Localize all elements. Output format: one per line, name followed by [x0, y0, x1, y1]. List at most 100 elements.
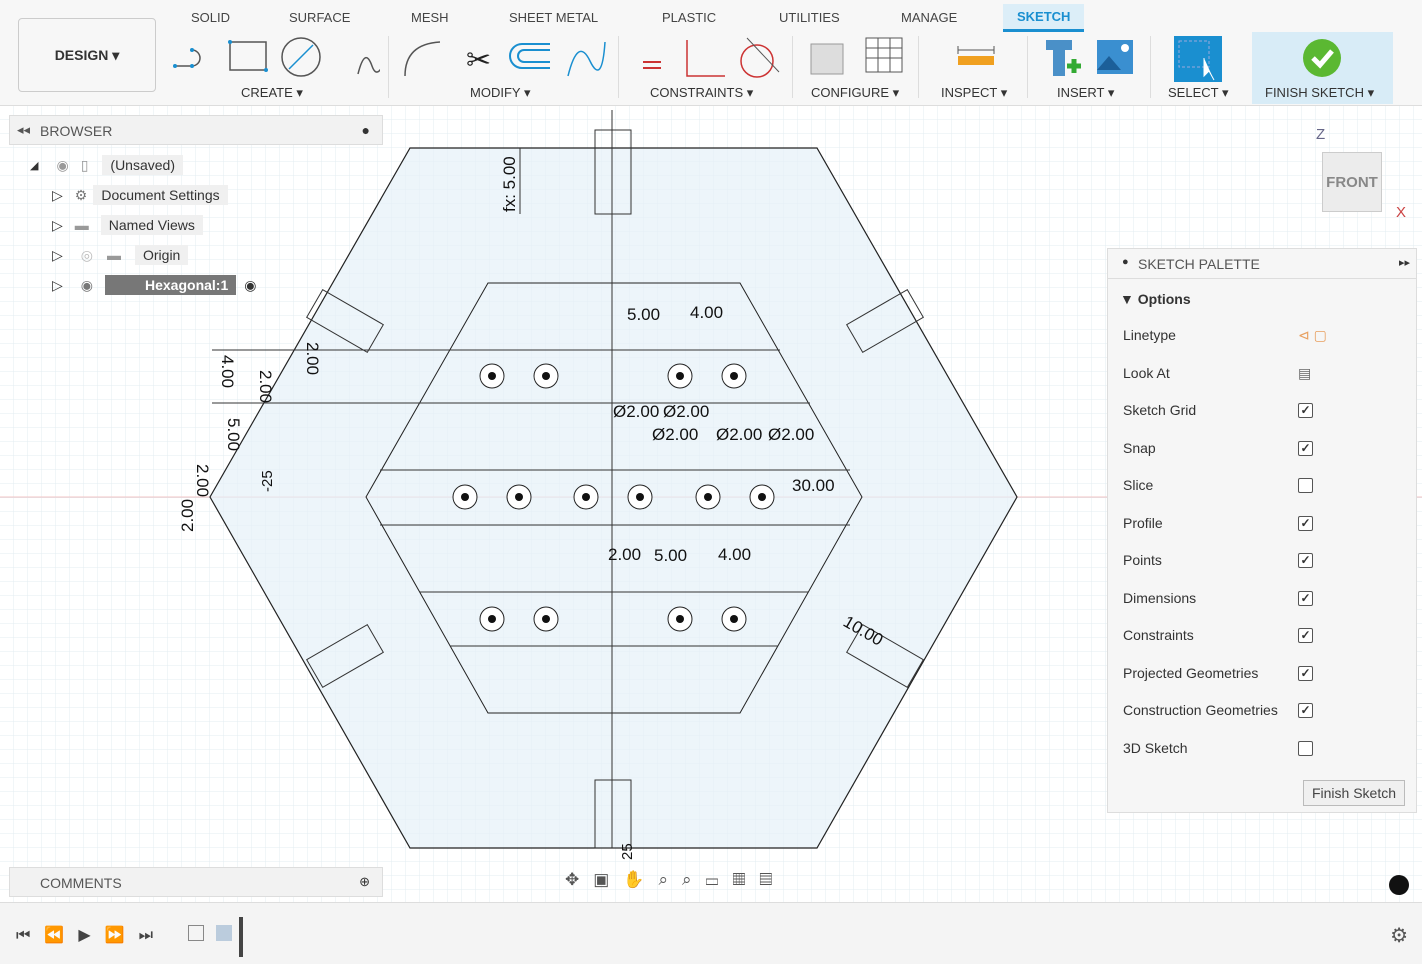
- tab-solid[interactable]: SOLID: [191, 10, 230, 25]
- play-icon[interactable]: ▶: [78, 927, 104, 944]
- select-icon[interactable]: [1174, 36, 1224, 86]
- configure-tools-icons[interactable]: [808, 36, 908, 81]
- palette-option-label: Slice: [1123, 477, 1154, 493]
- expand-icon[interactable]: ▸▸: [1399, 256, 1410, 269]
- palette-option-label: Linetype: [1123, 327, 1176, 343]
- insert-tools-icons[interactable]: [1043, 36, 1143, 81]
- sketch-palette: ● SKETCH PALETTE ▸▸ ▼ Options Linetype ⊲ …: [1107, 248, 1417, 813]
- hole-circle[interactable]: [533, 363, 559, 389]
- grid-icon[interactable]: ▦: [732, 870, 759, 889]
- hole-circle[interactable]: [667, 363, 693, 389]
- palette-checkbox[interactable]: ✓: [1298, 403, 1313, 418]
- hole-circle[interactable]: [695, 484, 721, 510]
- first-step-icon[interactable]: ⏮: [16, 927, 44, 944]
- timeline-marker[interactable]: [239, 917, 243, 957]
- display-settings-icon[interactable]: ▭: [706, 870, 733, 889]
- create-menu[interactable]: CREATE ▾: [241, 85, 303, 101]
- collapse-icon[interactable]: ◂◂: [17, 122, 30, 138]
- modify-tools-icons[interactable]: ✂: [400, 36, 610, 81]
- palette-checkbox[interactable]: ✓: [1298, 703, 1313, 718]
- hole-circle[interactable]: [479, 363, 505, 389]
- hole-circle[interactable]: [627, 484, 653, 510]
- browser-header: ◂◂ BROWSER ●: [9, 115, 383, 145]
- tab-surface[interactable]: SURFACE: [289, 10, 350, 25]
- pan-icon[interactable]: ✋: [623, 870, 658, 889]
- previous-step-icon[interactable]: ⏪: [44, 927, 78, 944]
- tab-sheet-metal[interactable]: SHEET METAL: [509, 10, 598, 25]
- hole-circle[interactable]: [721, 606, 747, 632]
- dimension-label: 5.00: [627, 305, 660, 324]
- dimension-label: 5.00: [224, 418, 243, 451]
- hole-circle[interactable]: [721, 363, 747, 389]
- comments-panel: COMMENTS ⊕: [9, 867, 383, 897]
- palette-option-label: Dimensions: [1123, 589, 1197, 606]
- palette-option-label: Profile: [1123, 514, 1163, 531]
- hole-circle[interactable]: [452, 484, 478, 510]
- palette-checkbox[interactable]: ✓: [1298, 590, 1313, 606]
- browser-item-named-views[interactable]: ▷ ▬ Named Views: [52, 214, 203, 236]
- modify-menu[interactable]: MODIFY ▾: [470, 85, 530, 101]
- activate-radio[interactable]: ◉: [244, 277, 256, 294]
- palette-option-label: Constraints: [1123, 627, 1194, 643]
- hole-circle[interactable]: [479, 606, 505, 632]
- browser-item-hexagonal[interactable]: ▷ ◉ Hexagonal:1 ◉: [52, 274, 256, 296]
- dimension-label: 25: [619, 843, 636, 860]
- tab-manage[interactable]: MANAGE: [901, 10, 957, 25]
- configure-menu[interactable]: CONFIGURE ▾: [811, 85, 899, 101]
- next-step-icon[interactable]: ⏩: [105, 927, 139, 944]
- tab-sketch[interactable]: SKETCH: [1003, 4, 1085, 32]
- settings-icon[interactable]: ⚙: [1390, 923, 1408, 948]
- options-section[interactable]: ▼ Options: [1120, 291, 1191, 307]
- browser-root[interactable]: ◢ ◉ ▯ (Unsaved): [30, 154, 183, 176]
- select-menu[interactable]: SELECT ▾: [1168, 85, 1228, 101]
- palette-checkbox[interactable]: [1298, 740, 1313, 756]
- hole-circle[interactable]: [667, 606, 693, 632]
- palette-checkbox[interactable]: ✓: [1298, 553, 1313, 568]
- timeline-body-item[interactable]: [216, 925, 232, 941]
- tab-plastic[interactable]: PLASTIC: [662, 10, 716, 25]
- inspect-menu[interactable]: INSPECT ▾: [941, 85, 1007, 101]
- palette-checkbox[interactable]: ✓: [1298, 665, 1313, 681]
- palette-checkbox[interactable]: [1298, 478, 1313, 493]
- zoom-icon[interactable]: ⌕: [658, 870, 682, 889]
- dimension-label: 4.00: [718, 545, 751, 564]
- measure-icon[interactable]: [955, 36, 1000, 81]
- browser-item-document-settings[interactable]: ▷ ⚙ Document Settings: [52, 184, 228, 206]
- help-icon[interactable]: [1389, 875, 1409, 895]
- dimension-label: Ø2.00: [652, 425, 698, 444]
- dimension-label: 4.00: [690, 303, 723, 322]
- finish-sketch-palette-button[interactable]: Finish Sketch: [1303, 780, 1405, 806]
- design-workspace-button[interactable]: DESIGN ▾: [18, 18, 156, 92]
- palette-checkbox[interactable]: ✓: [1298, 515, 1313, 531]
- look-at-icon[interactable]: ▣: [593, 870, 623, 889]
- palette-option-label: Snap: [1123, 439, 1156, 456]
- tab-utilities[interactable]: UTILITIES: [779, 10, 840, 25]
- dimension-label: 2.00: [303, 342, 322, 375]
- palette-checkbox[interactable]: ✓: [1298, 628, 1313, 643]
- constraints-tools-icons[interactable]: [635, 36, 785, 81]
- dimension-label: Ø2.00: [768, 425, 814, 444]
- create-tools-icons[interactable]: [170, 36, 380, 81]
- dimension-label: 2.00: [256, 370, 275, 403]
- timeline-sketch-item[interactable]: [188, 925, 204, 941]
- linetype-icons[interactable]: ⊲ ▢: [1298, 327, 1327, 344]
- viewcube[interactable]: Z FRONT X: [1310, 126, 1410, 226]
- pin-icon[interactable]: ●: [362, 122, 370, 138]
- hole-circle[interactable]: [749, 484, 775, 510]
- palette-option-label: 3D Sketch: [1123, 739, 1188, 756]
- hole-circle[interactable]: [533, 606, 559, 632]
- finish-sketch-button[interactable]: FINISH SKETCH ▾: [1252, 32, 1393, 104]
- tab-mesh[interactable]: MESH: [411, 10, 449, 25]
- look-at-icon[interactable]: ▤: [1298, 365, 1311, 382]
- add-comment-icon[interactable]: ⊕: [359, 874, 370, 890]
- orbit-icon[interactable]: ✥: [565, 870, 593, 889]
- constraints-menu[interactable]: CONSTRAINTS ▾: [650, 85, 753, 101]
- hole-circle[interactable]: [506, 484, 532, 510]
- palette-checkbox[interactable]: ✓: [1298, 440, 1313, 456]
- zoom-window-icon[interactable]: ⌕: [682, 870, 706, 889]
- browser-item-origin[interactable]: ▷ ◎ ▬ Origin: [52, 244, 189, 266]
- last-step-icon[interactable]: ⏭: [139, 927, 167, 944]
- hole-circle[interactable]: [573, 484, 599, 510]
- insert-menu[interactable]: INSERT ▾: [1057, 85, 1114, 101]
- viewports-icon[interactable]: ▤: [759, 870, 786, 889]
